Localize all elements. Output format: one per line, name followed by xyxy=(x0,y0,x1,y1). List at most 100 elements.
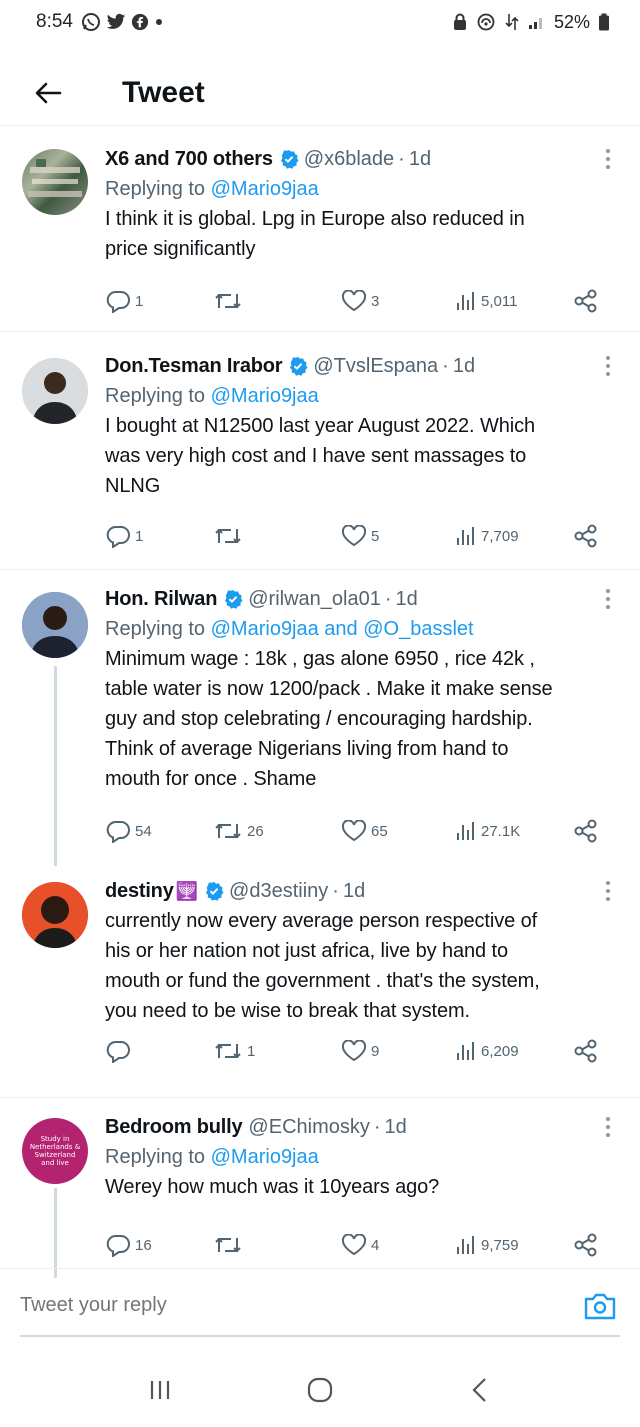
share-button[interactable] xyxy=(573,519,599,553)
views-button[interactable]: 6,209 xyxy=(455,1034,519,1068)
verified-badge-icon xyxy=(204,881,224,901)
retweet-button[interactable]: 26 xyxy=(213,814,264,848)
tweet-text-line: guy and stop celebrating / encouraging h… xyxy=(105,708,533,730)
battery-icon xyxy=(598,13,610,31)
mention-link[interactable]: @Mario9jaa xyxy=(211,385,319,407)
action-bar: 54 26 65 27.1K xyxy=(105,814,620,848)
views-chart-icon xyxy=(457,527,474,545)
mention-link[interactable]: @Mario9jaa xyxy=(211,1146,319,1168)
tweet-card[interactable]: Study in Netherlands & Switzerland and l… xyxy=(0,1098,640,1278)
retweet-button[interactable] xyxy=(213,519,247,553)
like-count: 4 xyxy=(371,1236,380,1254)
like-button[interactable]: 65 xyxy=(341,814,388,848)
back-button[interactable] xyxy=(18,63,78,123)
views-count: 6,209 xyxy=(481,1042,519,1060)
retweet-button[interactable] xyxy=(213,1228,247,1262)
back-icon xyxy=(472,1377,486,1402)
user-handle[interactable]: @TvslEspana xyxy=(313,355,438,378)
action-bar: 1 3 5,011 xyxy=(105,284,620,318)
tweet-card[interactable]: Hon. Rilwan @rilwan_ola01 · 1d Replying … xyxy=(0,570,640,866)
views-button[interactable]: 5,011 xyxy=(455,284,517,318)
like-count: 65 xyxy=(371,822,388,840)
tweet-header: destiny 🕎 @d3estiiny · 1d xyxy=(105,876,620,906)
comment-icon xyxy=(106,291,130,313)
tweet-card[interactable]: destiny 🕎 @d3estiiny · 1d currently now … xyxy=(0,862,640,1098)
timestamp: 1d xyxy=(342,879,366,902)
avatar[interactable] xyxy=(22,592,88,658)
system-navigation-bar xyxy=(0,1352,640,1427)
share-button[interactable] xyxy=(573,284,599,318)
display-name[interactable]: Don.Tesman Irabor xyxy=(105,355,283,378)
views-button[interactable]: 9,759 xyxy=(455,1228,519,1262)
like-button[interactable]: 5 xyxy=(341,519,379,553)
wifi-hotspot-icon xyxy=(476,13,496,31)
user-handle[interactable]: @x6blade xyxy=(304,148,394,171)
like-count: 5 xyxy=(371,527,380,545)
mention-link[interactable]: @Mario9jaa xyxy=(211,178,319,200)
display-name[interactable]: X6 and 700 others xyxy=(105,148,273,171)
retweet-icon xyxy=(215,293,241,309)
mention-link[interactable]: @Mario9jaa and @O_basslet xyxy=(211,618,474,640)
share-button[interactable] xyxy=(573,814,599,848)
views-chart-icon xyxy=(457,1042,474,1060)
camera-icon xyxy=(584,1293,616,1319)
reply-count: 16 xyxy=(135,1236,152,1254)
like-button[interactable]: 9 xyxy=(341,1034,379,1068)
retweet-button[interactable] xyxy=(213,284,247,318)
timestamp: 1d xyxy=(452,354,476,377)
avatar[interactable]: Study in Netherlands & Switzerland and l… xyxy=(22,1118,88,1184)
reply-button[interactable]: 16 xyxy=(105,1228,152,1262)
dot-icon xyxy=(154,17,164,27)
display-name[interactable]: destiny xyxy=(105,880,174,903)
reply-button[interactable] xyxy=(105,1034,135,1068)
system-back-button[interactable] xyxy=(450,1360,510,1420)
tweet-card[interactable]: X6 and 700 others @x6blade · 1d Replying… xyxy=(0,127,640,332)
like-button[interactable]: 4 xyxy=(341,1228,379,1262)
heart-icon xyxy=(341,1234,367,1256)
top-app-bar: Tweet xyxy=(0,60,640,126)
tweet-text: Minimum wage : 18k , gas alone 6950 , ri… xyxy=(105,644,620,794)
reply-button[interactable]: 1 xyxy=(105,284,143,318)
display-name[interactable]: Bedroom bully xyxy=(105,1116,243,1139)
retweet-button[interactable]: 1 xyxy=(213,1034,255,1068)
tweet-text: Werey how much was it 10years ago? xyxy=(105,1172,620,1202)
user-handle[interactable]: @rilwan_ola01 xyxy=(248,588,381,611)
views-button[interactable]: 27.1K xyxy=(455,814,520,848)
retweet-count: 26 xyxy=(247,822,264,840)
battery-percent: 52% xyxy=(553,11,590,32)
tweet-body: destiny 🕎 @d3estiiny · 1d currently now … xyxy=(105,876,620,1026)
tweet-text-line: his or her nation not just africa, live … xyxy=(105,940,509,962)
tweet-text-line: mouth or fund the government . that's th… xyxy=(105,970,540,992)
tweet-card[interactable]: Don.Tesman Irabor @TvslEspana · 1d Reply… xyxy=(0,332,640,570)
status-right: 52% xyxy=(452,12,610,33)
retweet-icon xyxy=(215,1237,241,1253)
reply-input[interactable] xyxy=(20,1280,580,1331)
like-count: 9 xyxy=(371,1042,380,1060)
views-button[interactable]: 7,709 xyxy=(455,519,519,553)
like-count: 3 xyxy=(371,292,380,310)
reply-divider xyxy=(20,1335,620,1337)
reply-button[interactable]: 54 xyxy=(105,814,152,848)
camera-button[interactable] xyxy=(580,1286,620,1326)
tweet-text-line: Minimum wage : 18k , gas alone 6950 , ri… xyxy=(105,648,535,670)
reply-count: 54 xyxy=(135,822,152,840)
share-button[interactable] xyxy=(573,1228,599,1262)
display-name[interactable]: Hon. Rilwan xyxy=(105,588,217,611)
home-button[interactable] xyxy=(290,1360,350,1420)
reply-button[interactable]: 1 xyxy=(105,519,143,553)
tweet-text-line: price significantly xyxy=(105,238,256,260)
twitter-icon xyxy=(106,13,126,31)
user-handle[interactable]: @EChimosky xyxy=(248,1116,369,1139)
user-handle[interactable]: @d3estiiny xyxy=(229,880,328,903)
status-time: 8:54 xyxy=(36,11,73,32)
share-button[interactable] xyxy=(573,1034,599,1068)
avatar[interactable] xyxy=(22,149,88,215)
avatar[interactable] xyxy=(22,882,88,948)
avatar[interactable] xyxy=(22,358,88,424)
separator: · xyxy=(442,354,449,377)
tweet-header: Don.Tesman Irabor @TvslEspana · 1d xyxy=(105,351,620,381)
like-button[interactable]: 3 xyxy=(341,284,379,318)
recent-apps-button[interactable] xyxy=(130,1360,190,1420)
heart-icon xyxy=(341,525,367,547)
verified-badge-icon xyxy=(223,589,243,609)
